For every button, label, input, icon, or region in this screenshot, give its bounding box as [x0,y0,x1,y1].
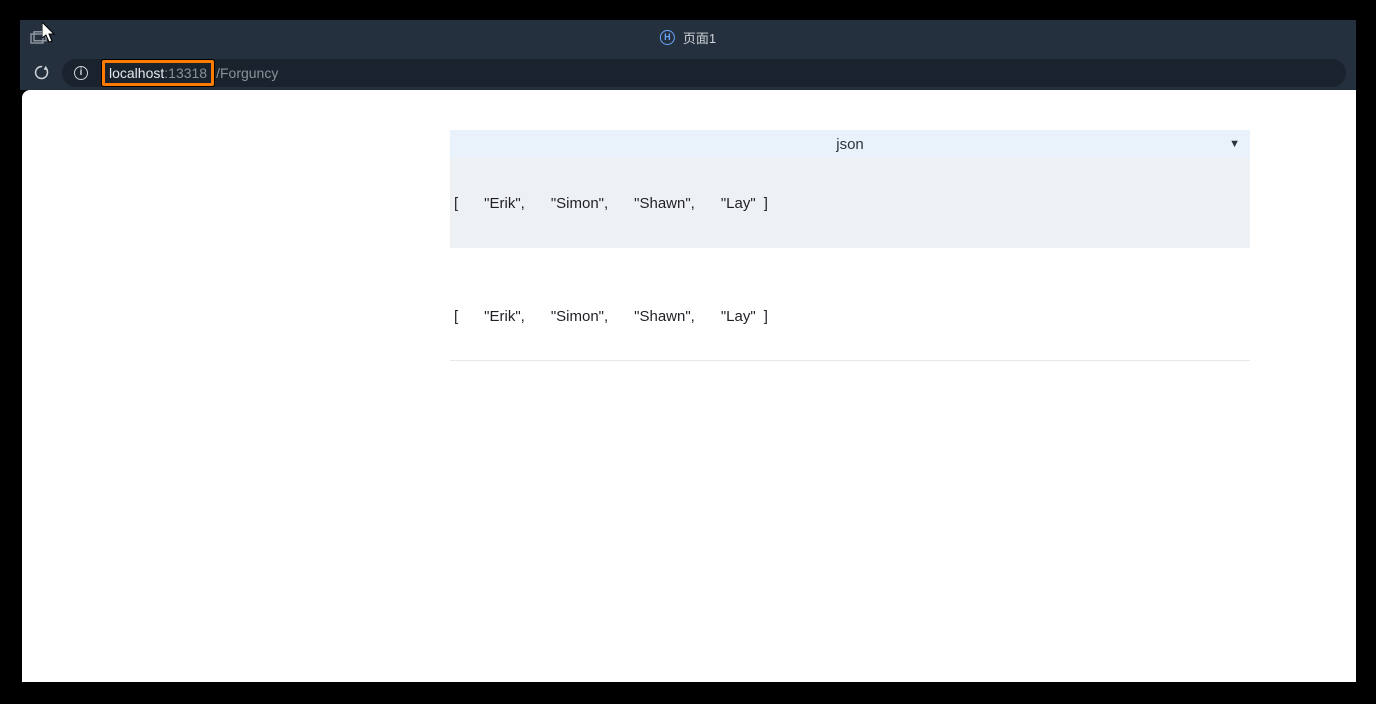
json-array-text: [ "Erik", "Simon", "Shawn", "Lay"] [454,195,768,212]
json-token: "Shawn", [634,308,695,325]
json-token: ] [764,195,768,212]
json-output-1: [ "Erik", "Simon", "Shawn", "Lay"] [450,158,1250,248]
json-output-2: [ "Erik", "Simon", "Shawn", "Lay"] [450,296,1250,336]
content-column: json ▼ [ "Erik", "Simon", "Shawn", "Lay"] [ "… [450,130,1250,361]
json-token: "Erik", [484,308,525,325]
url-path: /Forguncy [216,65,278,81]
chevron-down-icon: ▼ [1229,138,1240,150]
url-host: localhost [109,65,164,81]
json-token: "Erik", [484,195,525,212]
url-highlight: localhost :13318 [102,60,214,86]
reload-icon [33,64,50,81]
favicon-icon: H [660,30,675,45]
json-token: "Simon", [551,195,608,212]
site-info-icon[interactable]: i [74,66,88,80]
json-token: [ [454,308,458,325]
window-stack-icon[interactable] [30,29,48,47]
json-token: "Simon", [551,308,608,325]
json-token: [ [454,195,458,212]
divider [450,360,1250,361]
json-token: "Lay" [721,195,756,212]
dropdown-json[interactable]: json ▼ [450,130,1250,158]
url-port: :13318 [164,65,207,81]
json-array-text: [ "Erik", "Simon", "Shawn", "Lay"] [454,308,768,325]
app-frame: H 页面1 i localhost :13318 /Forguncy [0,0,1376,704]
json-token: ] [764,308,768,325]
page-viewport: json ▼ [ "Erik", "Simon", "Shawn", "Lay"] [ "… [22,90,1356,682]
browser-tab[interactable]: H 页面1 [660,28,716,47]
address-bar[interactable]: i localhost :13318 /Forguncy [62,59,1346,87]
address-bar-row: i localhost :13318 /Forguncy [20,55,1356,90]
json-token: "Lay" [721,308,756,325]
reload-button[interactable] [30,62,52,84]
tab-title: 页面1 [683,28,716,47]
dropdown-label: json [836,136,864,153]
json-token: "Shawn", [634,195,695,212]
tab-bar: H 页面1 [20,20,1356,55]
browser-chrome: H 页面1 i localhost :13318 /Forguncy [20,20,1356,90]
